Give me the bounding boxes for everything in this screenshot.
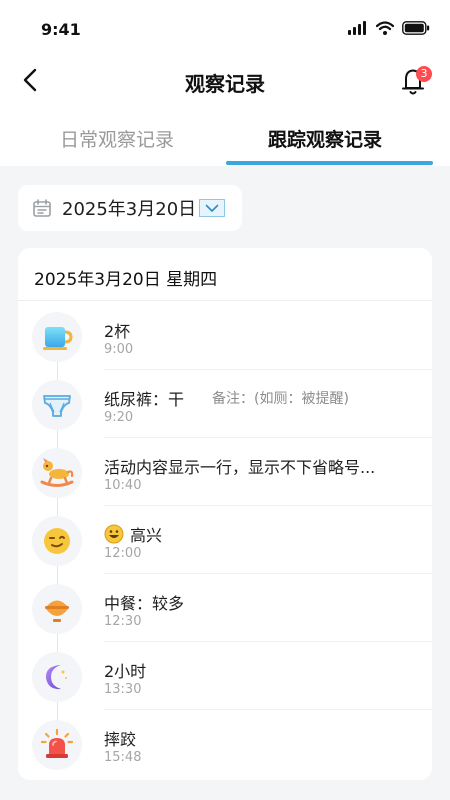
record-icon-wrap: [32, 516, 82, 566]
record-icon-wrap: [32, 652, 82, 702]
status-time: 9:41: [41, 20, 81, 39]
notification-badge: 3: [416, 66, 432, 82]
page-title: 观察记录: [185, 72, 265, 96]
record-item[interactable]: 摔跤 15:48: [18, 710, 432, 778]
records-card: 2025年3月20日 星期四 2杯 9:00 纸尿裤：干 备注：(如厕：被提醒)…: [18, 248, 432, 780]
status-bar: 9:41: [0, 0, 450, 58]
record-time: 13:30: [104, 682, 142, 697]
notification-button[interactable]: 3: [398, 64, 432, 98]
record-title: 高兴: [130, 526, 163, 545]
battery-icon: [402, 21, 430, 35]
record-icon-wrap: [32, 312, 82, 362]
meal-bowl-icon: [45, 600, 69, 622]
date-picker[interactable]: 2025年3月20日: [18, 185, 242, 231]
record-item[interactable]: 纸尿裤：干 备注：(如厕：被提醒) 9:20: [18, 370, 432, 438]
record-item[interactable]: 高兴 12:00: [18, 506, 432, 574]
happy-emoji-icon: [104, 524, 124, 544]
record-title: 摔跤: [104, 730, 137, 749]
record-note: 备注：(如厕：被提醒): [212, 391, 349, 407]
record-time: 9:20: [104, 410, 134, 425]
tab-tracking-observation[interactable]: 跟踪观察记录: [268, 125, 382, 152]
record-item[interactable]: 2小时 13:30: [18, 642, 432, 710]
record-title: 中餐：较多: [104, 594, 185, 613]
tab-daily-observation[interactable]: 日常观察记录: [60, 125, 174, 152]
selected-date: 2025年3月20日: [62, 199, 197, 220]
rocking-horse-icon: [40, 458, 74, 487]
record-icon-wrap: [32, 720, 82, 770]
record-title: 活动内容显示一行，显示不下省略号...: [104, 458, 376, 477]
diaper-icon: [43, 395, 71, 417]
record-title: 纸尿裤：干: [104, 390, 185, 409]
record-time: 12:00: [104, 546, 142, 561]
record-time: 15:48: [104, 750, 142, 765]
card-date-heading: 2025年3月20日 星期四: [34, 270, 218, 290]
record-icon-wrap: [32, 584, 82, 634]
calendar-icon: [33, 199, 51, 217]
cup-icon: [43, 327, 73, 350]
card-divider: [18, 300, 432, 301]
active-tab-indicator: [226, 161, 433, 165]
nav-bar: 观察记录 3: [0, 58, 450, 102]
moon-icon: [45, 665, 67, 690]
wifi-icon: [376, 21, 394, 35]
tab-bar: 日常观察记录 跟踪观察记录: [0, 116, 450, 166]
alarm-light-icon: [40, 728, 74, 758]
header-area: 9:41 观察记录 3 日常观察记录 跟踪观察记录: [0, 0, 450, 166]
record-time: 9:00: [104, 342, 134, 357]
record-icon-wrap: [32, 448, 82, 498]
record-time: 12:30: [104, 614, 142, 629]
record-title: 2小时: [104, 662, 147, 681]
record-time: 10:40: [104, 478, 142, 493]
record-item[interactable]: 2杯 9:00: [18, 302, 432, 370]
status-icons: [348, 20, 430, 36]
chevron-down-icon: [205, 204, 219, 212]
record-item[interactable]: 活动内容显示一行，显示不下省略号... 10:40: [18, 438, 432, 506]
record-item[interactable]: 中餐：较多 12:30: [18, 574, 432, 642]
record-icon-wrap: [32, 380, 82, 430]
signal-icon: [348, 21, 366, 35]
smile-face-icon: [44, 528, 70, 554]
date-dropdown-toggle[interactable]: [199, 199, 226, 217]
record-title: 2杯: [104, 322, 131, 341]
